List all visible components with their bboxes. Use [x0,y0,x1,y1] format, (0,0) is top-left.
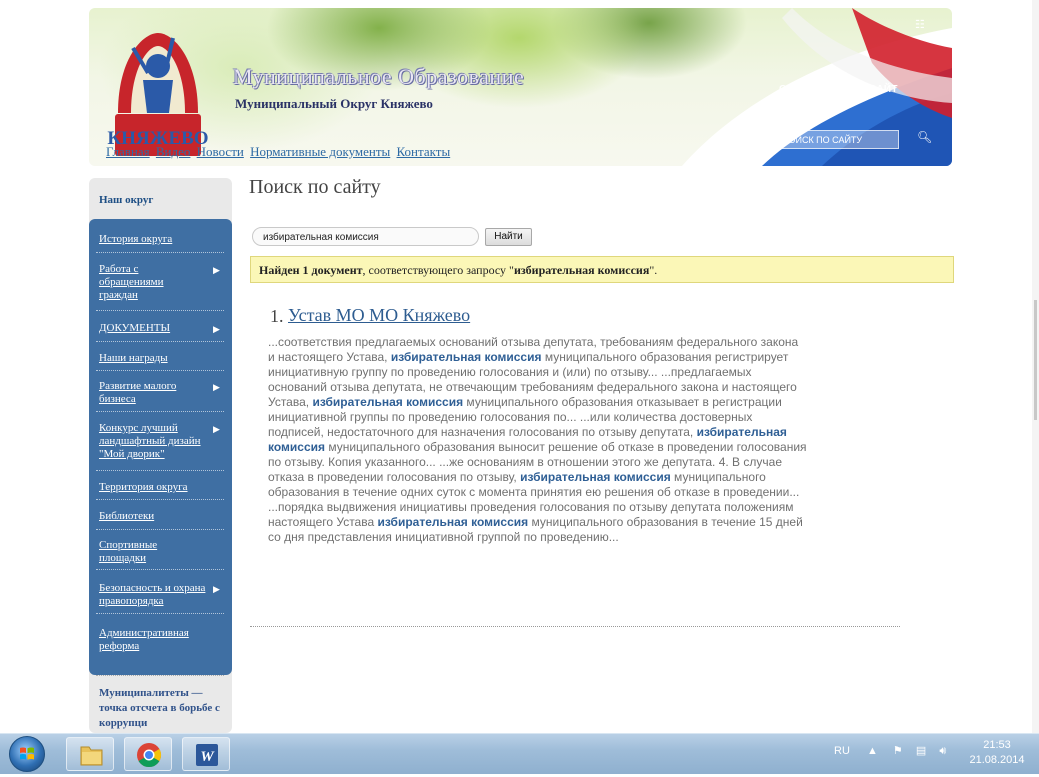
site-subtitle: Муниципальный Округ Княжево [235,96,433,111]
taskbar: W RU ▲ ⚑ ▤ 🔊︎ 21:53 21.08.2014 [0,733,1039,774]
menu-separator [96,470,224,471]
menu-separator [96,252,224,253]
official-site-label: ОФИЦИАЛЬНЫЙ САЙТ [779,84,898,95]
word-icon: W [196,744,218,766]
sidebar-menu: История округа Работа с обращениями граж… [89,219,232,675]
menu-separator [96,499,224,500]
nav-video[interactable]: Видео [156,144,191,159]
sidebar-item-admin-reform[interactable]: Административная реформа [99,627,209,653]
sidebar: Наш округ История округа Работа с обраще… [89,178,232,733]
site-header: КНЯЖЕВО Муниципальное Образование Муници… [89,8,952,166]
highlighted-term: избирательная комиссия [312,395,464,409]
clock[interactable]: 21:53 21.08.2014 [964,738,1030,768]
language-indicator[interactable]: RU [834,745,850,757]
chevron-right-icon: ▶ [213,265,220,275]
network-icon[interactable]: ▤ [916,745,926,757]
page-title: Поиск по сайту [249,176,381,198]
menu-separator [96,613,224,614]
sidebar-item-security[interactable]: Безопасность и охрана правопорядка [99,582,209,608]
scrollbar-thumb[interactable] [1034,300,1037,420]
menu-separator [96,529,224,530]
explorer-taskbar-button[interactable] [66,737,114,771]
top-navigation: Главная Видео Новости Нормативные докуме… [106,144,453,160]
sidebar-title[interactable]: Наш округ [99,194,153,206]
search-summary: Найден 1 документ, соответствующего запр… [250,256,954,283]
highlighted-term: избирательная комиссия [520,470,671,484]
search-input[interactable]: избирательная комиссия [252,227,479,246]
result-title-link[interactable]: Устав МО МО Княжево [288,305,470,326]
result-number: 1. [270,306,284,326]
search-icon[interactable]: 🔍︎ [917,130,932,145]
result-divider [250,626,900,627]
chrome-icon [137,743,162,768]
clock-date: 21.08.2014 [969,754,1025,766]
nav-contacts[interactable]: Контакты [397,144,451,159]
sidebar-separator [96,675,224,676]
chrome-taskbar-button[interactable] [124,737,172,771]
knyazhevo-logo: КНЯЖЕВО [107,33,209,156]
found-count: Найден 1 документ [259,263,363,277]
site-search-input[interactable]: ПОИСК ПО САЙТУ [773,130,899,149]
sidebar-item-awards[interactable]: Наши награды [99,352,223,365]
sidebar-item-citizen-appeals[interactable]: Работа с обращениями граждан [99,263,199,302]
sidebar-item-territory[interactable]: Территория округа [99,481,223,494]
found-middle: , соответствующего запросу " [362,263,514,277]
menu-separator [96,341,224,342]
chevron-right-icon: ▶ [213,382,220,392]
sitemap-icon[interactable]: ☷ [915,18,925,31]
menu-separator [96,411,224,412]
sidebar-item-small-business[interactable]: Развитие малого бизнеса [99,380,199,406]
nav-home[interactable]: Главная [106,144,150,159]
svg-text:W: W [200,749,215,765]
volume-icon[interactable]: 🔊︎ [939,745,946,757]
windows-logo-icon [20,747,34,760]
menu-separator [96,569,224,570]
sidebar-item-libraries[interactable]: Библиотеки [99,510,223,523]
sidebar-item-landscape-contest[interactable]: Конкурс лучший ландшафтный дизайн "Мой д… [99,422,213,461]
show-hidden-icons-icon[interactable]: ▲ [867,745,878,757]
nav-regulatory-documents[interactable]: Нормативные документы [250,144,390,159]
site-title: Муниципальное Образование [233,64,525,89]
search-button[interactable]: Найти [485,228,532,246]
action-center-flag-icon[interactable]: ⚑ [893,745,903,757]
sidebar-item-documents[interactable]: ДОКУМЕНТЫ [99,322,223,335]
chevron-right-icon: ▶ [213,424,220,434]
highlighted-term: избирательная комиссия [377,515,529,529]
chevron-right-icon: ▶ [213,584,220,594]
chevron-right-icon: ▶ [213,324,220,334]
start-button[interactable] [9,736,45,772]
sidebar-item-history[interactable]: История округа [99,233,223,246]
nav-news[interactable]: Новости [197,144,244,159]
word-taskbar-button[interactable]: W [182,737,230,771]
sidebar-item-sports-grounds[interactable]: Спортивные площадки [99,539,189,565]
found-suffix: ". [649,263,658,277]
highlighted-term: избирательная комиссия [390,350,542,364]
system-tray: RU ▲ ⚑ ▤ 🔊︎ [834,744,946,758]
found-query: избирательная комиссия [513,263,650,277]
anti-corruption-link[interactable]: Муниципалитеты — точка отсчета в борьбе … [99,686,223,731]
clock-time: 21:53 [983,739,1011,751]
folder-icon [80,746,103,766]
menu-separator [96,370,224,371]
result-snippet: ...соответствия предлагаемых оснований о… [268,335,808,545]
menu-separator [96,310,224,311]
